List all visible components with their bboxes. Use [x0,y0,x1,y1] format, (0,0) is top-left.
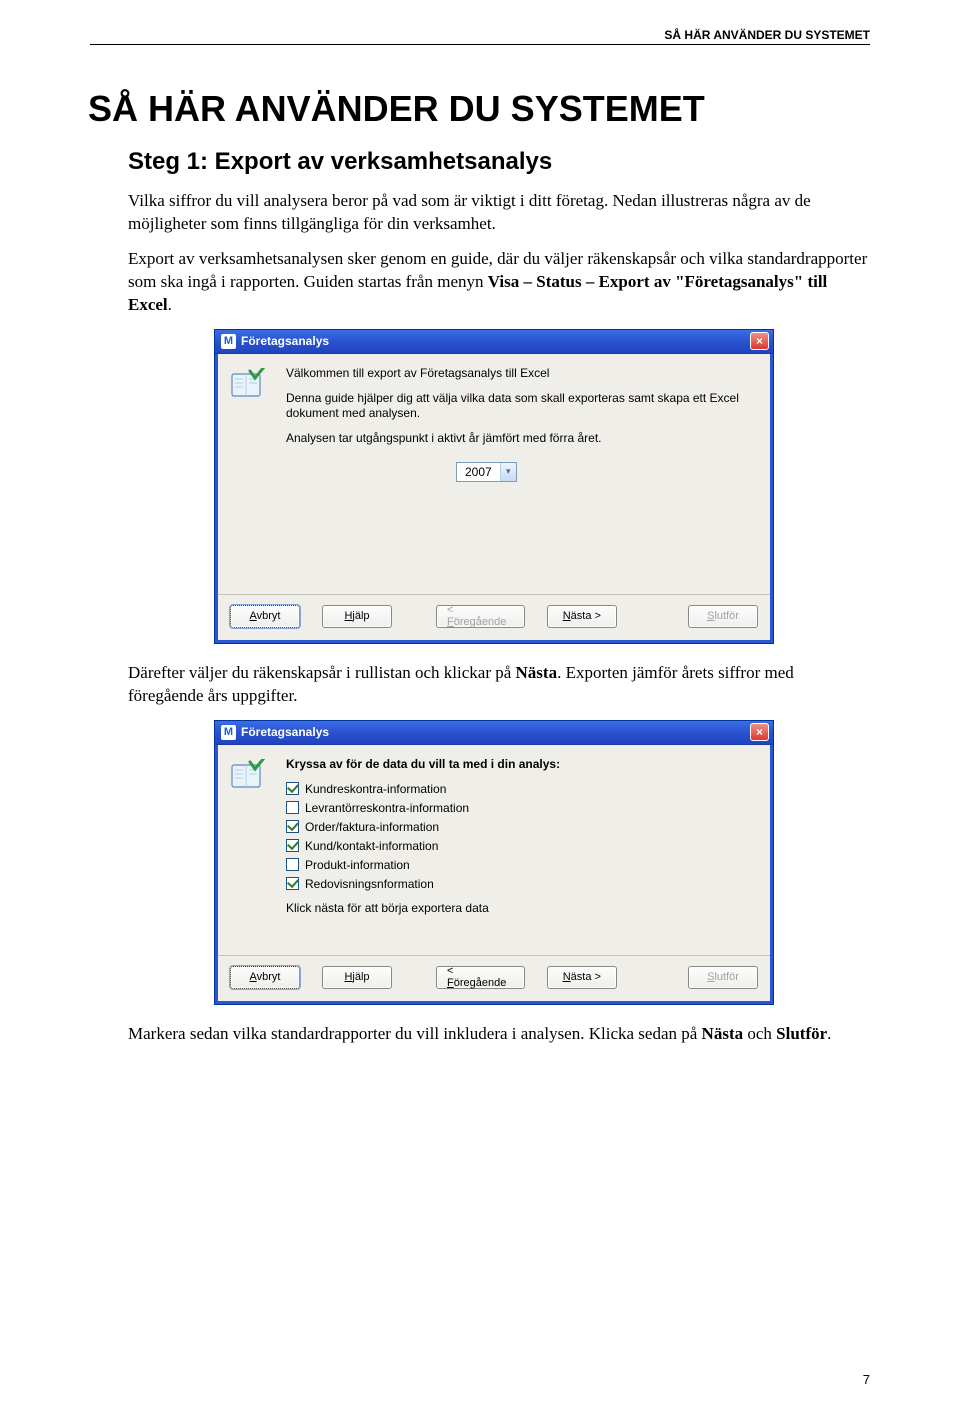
p4-c: och [743,1024,776,1043]
checkbox-row: Levrantörreskontra-information [286,801,758,815]
checkbox-row: Produkt-information [286,858,758,872]
dialog1-desc2: Analysen tar utgångspunkt i aktivt år jä… [286,431,758,446]
after-dialog1-paragraph: Därefter väljer du räkenskapsår i rullis… [128,662,870,708]
foregaende-button: < Föregående [436,605,525,628]
step-heading: Steg 1: Export av verksamhetsanalys [128,148,870,176]
slutfor-button: Slutför [688,966,758,989]
checkbox[interactable] [286,877,299,890]
hjalp-button[interactable]: Hjälp [322,605,392,628]
checkbox-row: Kund/kontakt-information [286,839,758,853]
dialog-title: Företagsanalys [241,334,329,348]
dialog1-desc1: Denna guide hjälper dig att välja vilka … [286,391,758,421]
wizard-dialog-2: M Företagsanalys × [214,720,774,1005]
dialog1-intro: Välkommen till export av Företagsanalys … [286,366,758,381]
p4-e: . [827,1024,831,1043]
wizard-dialog-1: M Företagsanalys × [214,329,774,644]
p4-b: Nästa [702,1024,744,1043]
nasta-button[interactable]: Nästa > [547,966,617,989]
titlebar: M Företagsanalys × [215,721,773,745]
guide-paragraph: Export av verksamhetsanalysen sker genom… [128,248,870,317]
page-title: SÅ HÄR ANVÄNDER DU SYSTEMET [88,88,870,130]
checkbox[interactable] [286,820,299,833]
checkbox[interactable] [286,782,299,795]
checkbox-label: Kundreskontra-information [305,782,446,796]
app-m-icon: M [221,334,236,349]
close-icon[interactable]: × [750,723,769,741]
after-dialog2-paragraph: Markera sedan vilka standardrapporter du… [128,1023,870,1046]
checkbox-row: Redovisningsnformation [286,877,758,891]
checkbox[interactable] [286,858,299,871]
intro-paragraph: Vilka siffror du vill analysera beror på… [128,190,870,236]
checkbox-label: Kund/kontakt-information [305,839,438,853]
hjalp-button[interactable]: Hjälp [322,966,392,989]
titlebar: M Företagsanalys × [215,330,773,354]
p4-a: Markera sedan vilka standardrapporter du… [128,1024,702,1043]
chevron-down-icon[interactable]: ▾ [500,463,516,481]
close-icon[interactable]: × [750,332,769,350]
checkbox-row: Kundreskontra-information [286,782,758,796]
slutfor-button: Slutför [688,605,758,628]
dialog-title: Företagsanalys [241,725,329,739]
avbryt-button[interactable]: Avbryt [230,966,300,989]
guide-paragraph-end: . [168,295,172,314]
book-check-icon [230,759,266,789]
year-value: 2007 [457,465,500,479]
book-check-icon [230,368,266,398]
checkbox[interactable] [286,839,299,852]
checkbox-label: Levrantörreskontra-information [305,801,469,815]
header-rule [90,44,870,45]
dialog2-heading: Kryssa av för de data du vill ta med i d… [286,757,758,772]
p3-b: Nästa [516,663,558,682]
p4-d: Slutför [776,1024,827,1043]
checkbox-label: Order/faktura-information [305,820,439,834]
checkbox-label: Redovisningsnformation [305,877,434,891]
year-dropdown[interactable]: 2007 ▾ [456,462,517,482]
page-number: 7 [863,1372,870,1387]
checkbox[interactable] [286,801,299,814]
dialog2-footer: Klick nästa för att börja exportera data [286,901,758,916]
avbryt-button[interactable]: Avbryt [230,605,300,628]
p3-a: Därefter väljer du räkenskapsår i rullis… [128,663,516,682]
nasta-button[interactable]: Nästa > [547,605,617,628]
app-m-icon: M [221,725,236,740]
checkbox-row: Order/faktura-information [286,820,758,834]
running-head: SÅ HÄR ANVÄNDER DU SYSTEMET [664,28,870,42]
foregaende-button[interactable]: < Föregående [436,966,525,989]
checkbox-label: Produkt-information [305,858,410,872]
